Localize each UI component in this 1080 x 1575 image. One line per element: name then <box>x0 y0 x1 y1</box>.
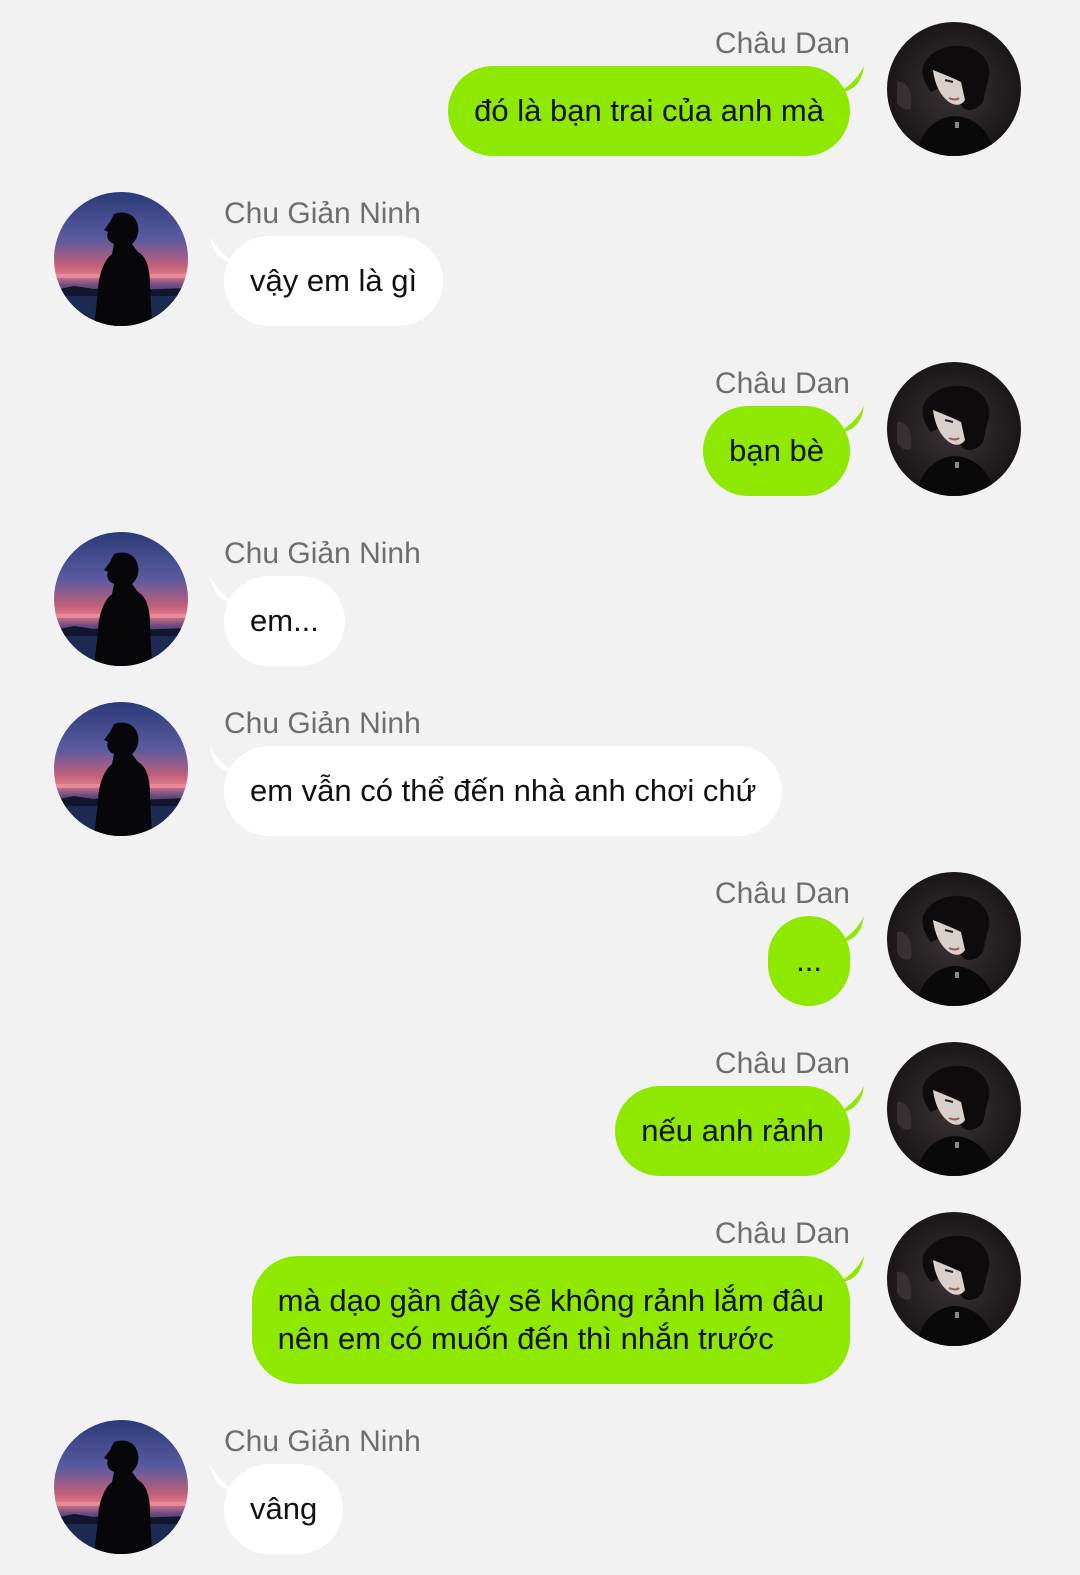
sender-name: Châu Dan <box>714 1047 850 1080</box>
message-text: em vẫn có thể đến nhà anh chơi chứ <box>250 773 757 808</box>
sunset-silhouette-avatar[interactable] <box>54 1420 188 1554</box>
sender-name: Chu Giản Ninh <box>224 197 421 230</box>
message-text: mà dạo gần đây sẽ không rảnh lắm đâu <box>277 1283 824 1318</box>
sender-name: Châu Dan <box>714 27 850 60</box>
received-message-bubble[interactable]: vậy em là gì <box>224 236 444 326</box>
sender-name: Chu Giản Ninh <box>224 707 421 740</box>
dark-portrait-avatar[interactable] <box>887 1212 1021 1346</box>
sent-message-bubble[interactable]: đó là bạn trai của anh mà <box>448 66 850 156</box>
sunset-silhouette-avatar[interactable] <box>54 192 188 326</box>
message-text: em... <box>250 603 319 638</box>
sunset-silhouette-avatar[interactable] <box>54 532 188 666</box>
sent-message-bubble[interactable]: bạn bè <box>703 406 850 496</box>
message-text: nếu anh rảnh <box>641 1113 824 1148</box>
received-message-bubble[interactable]: em vẫn có thể đến nhà anh chơi chứ <box>224 746 783 836</box>
sender-name: Châu Dan <box>714 367 850 400</box>
dark-portrait-avatar[interactable] <box>887 872 1021 1006</box>
message-text: vậy em là gì <box>250 263 418 298</box>
sunset-silhouette-avatar[interactable] <box>54 702 188 836</box>
message-text: bạn bè <box>729 433 824 468</box>
sender-name: Châu Dan <box>714 877 850 910</box>
received-message-bubble[interactable]: em... <box>224 576 345 666</box>
dark-portrait-avatar[interactable] <box>887 1042 1021 1176</box>
message-text: nên em có muốn đến thì nhắn trước <box>277 1321 774 1356</box>
dark-portrait-avatar[interactable] <box>887 362 1021 496</box>
sent-message-bubble[interactable]: ... <box>768 916 850 1006</box>
received-message-bubble[interactable]: vâng <box>224 1464 344 1554</box>
sender-name: Châu Dan <box>714 1217 850 1250</box>
message-text: vâng <box>250 1491 318 1526</box>
sender-name: Chu Giản Ninh <box>224 537 421 570</box>
message-text: ... <box>796 943 822 978</box>
sent-message-bubble[interactable]: nếu anh rảnh <box>615 1086 850 1176</box>
message-text: đó là bạn trai của anh mà <box>474 93 824 128</box>
dark-portrait-avatar[interactable] <box>887 22 1021 156</box>
sent-message-bubble[interactable]: mà dạo gần đây sẽ không rảnh lắm đâu nên … <box>251 1256 850 1384</box>
sender-name: Chu Giản Ninh <box>224 1425 421 1458</box>
